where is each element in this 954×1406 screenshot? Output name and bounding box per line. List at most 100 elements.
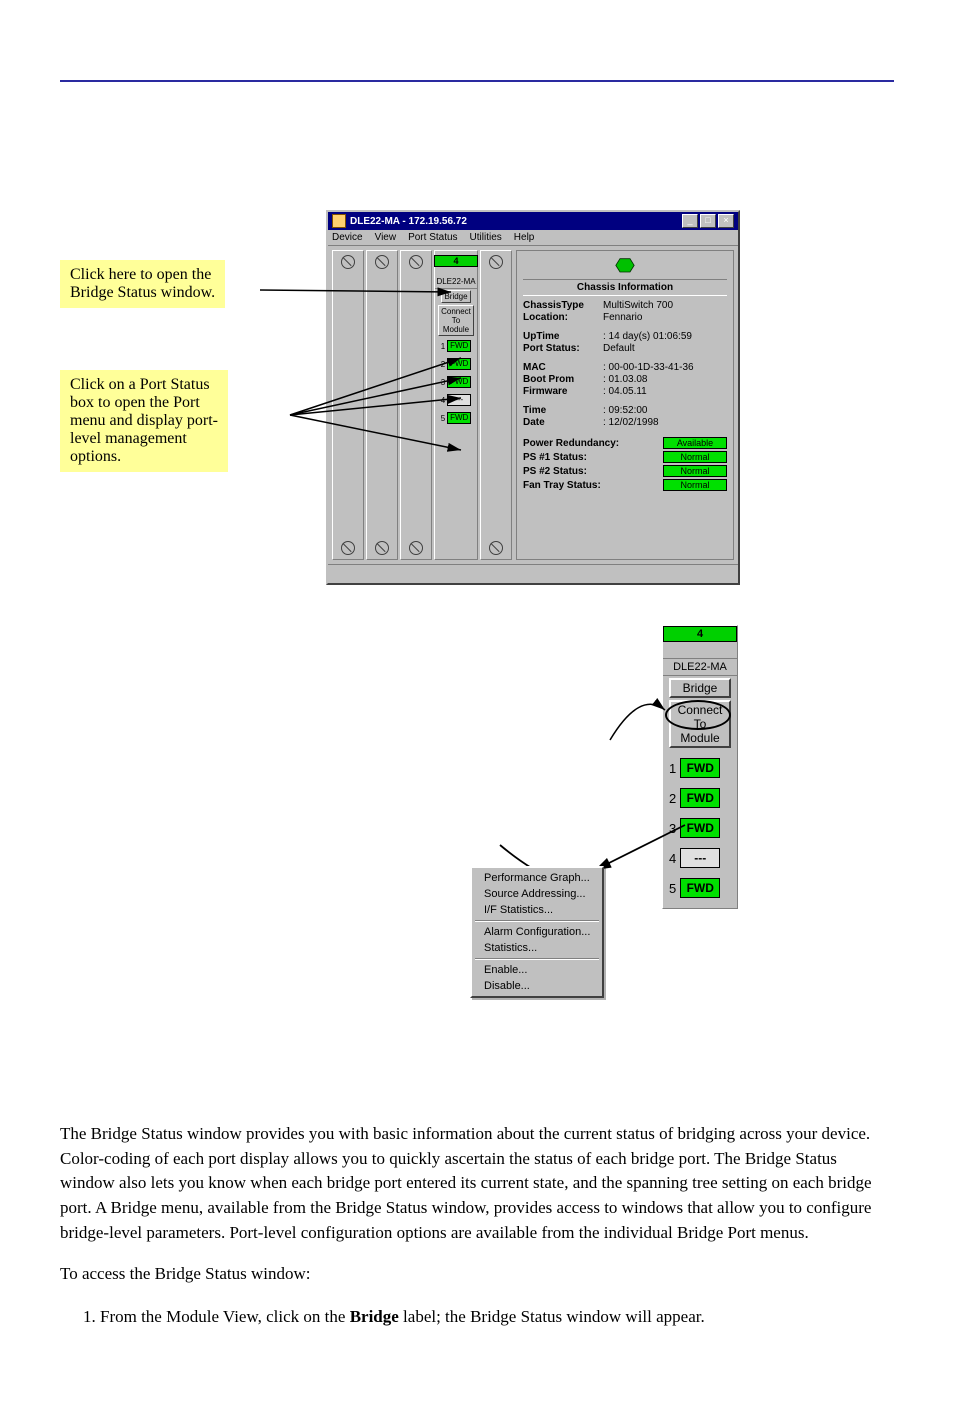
chassis-value: : 14 day(s) 01:06:59: [603, 331, 727, 342]
port-status-box[interactable]: FWD: [680, 878, 720, 898]
port-number: 1: [669, 761, 676, 776]
port-status-box[interactable]: ---: [447, 394, 471, 406]
empty-slot-icon: [341, 255, 355, 269]
port-context-menu: Performance Graph... Source Addressing..…: [470, 866, 604, 998]
port-status-box[interactable]: FWD: [680, 758, 720, 778]
port-number: 4: [441, 396, 445, 405]
port-number: 5: [669, 881, 676, 896]
port-row-1: 1 FWD: [441, 340, 471, 352]
menu-item-disable[interactable]: Disable...: [474, 978, 600, 994]
menu-item-statistics[interactable]: Statistics...: [474, 940, 600, 956]
chassis-label: Port Status:: [523, 343, 603, 354]
close-button[interactable]: ×: [718, 214, 734, 228]
statusbar: [328, 564, 738, 583]
slot-3[interactable]: [400, 250, 432, 560]
module-slot-number: 4: [663, 626, 737, 642]
slot-5[interactable]: [480, 250, 512, 560]
chassis-label: Time: [523, 405, 603, 416]
status-hex-icon: [615, 257, 635, 275]
chassis-value: Fennario: [603, 312, 727, 323]
empty-slot-icon: [375, 255, 389, 269]
menu-item-if-statistics[interactable]: I/F Statistics...: [474, 902, 600, 918]
chassis-info-panel: Chassis Information ChassisTypeMultiSwit…: [516, 250, 734, 560]
chassis-value: : 09:52:00: [603, 405, 727, 416]
port-number: 4: [669, 851, 676, 866]
port-row-5: 5 FWD: [441, 412, 471, 424]
status-label: PS #1 Status:: [523, 452, 587, 463]
bridge-button[interactable]: Bridge: [669, 678, 731, 698]
step-1: From the Module View, click on the Bridg…: [100, 1304, 894, 1330]
status-value: Normal: [663, 479, 727, 491]
empty-slot-icon: [489, 541, 503, 555]
port-status-box[interactable]: FWD: [680, 818, 720, 838]
chassis-label: ChassisType: [523, 300, 603, 311]
menu-view[interactable]: View: [373, 232, 399, 243]
app-icon: [332, 214, 346, 228]
menu-device[interactable]: Device: [330, 232, 365, 243]
empty-slot-icon: [409, 541, 423, 555]
port-status-box[interactable]: ---: [680, 848, 720, 868]
empty-slot-icon: [409, 255, 423, 269]
menu-help[interactable]: Help: [512, 232, 537, 243]
app-window: DLE22-MA - 172.19.56.72 _ □ × Device Vie…: [326, 210, 740, 585]
status-value: Available: [663, 437, 727, 449]
chassis-value: MultiSwitch 700: [603, 300, 727, 311]
top-rule: [60, 80, 894, 82]
chassis-value: : 01.03.08: [603, 374, 727, 385]
module-name: DLE22-MA: [663, 659, 737, 676]
menu-item-alarm-configuration[interactable]: Alarm Configuration...: [474, 924, 600, 940]
hint-bridge: Click here to open the Bridge Status win…: [60, 260, 225, 308]
menu-item-performance-graph[interactable]: Performance Graph...: [474, 870, 600, 886]
slot-1[interactable]: [332, 250, 364, 560]
chassis-label: Date: [523, 417, 603, 428]
menu-item-enable[interactable]: Enable...: [474, 962, 600, 978]
chassis-value: : 00-00-1D-33-41-36: [603, 362, 727, 373]
empty-slot-icon: [341, 541, 355, 555]
bridge-button[interactable]: Bridge: [441, 290, 470, 303]
chassis-value: : 12/02/1998: [603, 417, 727, 428]
menu-separator: [475, 920, 599, 922]
status-label: Power Redundancy:: [523, 438, 619, 449]
port-number: 3: [669, 821, 676, 836]
port-status-box[interactable]: FWD: [680, 788, 720, 808]
minimize-button[interactable]: _: [682, 214, 698, 228]
bridge-label-bold: Bridge: [350, 1307, 399, 1326]
connect-to-module-button[interactable]: Connect To Module: [438, 305, 474, 336]
port-row-3: 3 FWD: [441, 376, 471, 388]
titlebar[interactable]: DLE22-MA - 172.19.56.72 _ □ ×: [328, 212, 738, 230]
menu-port-status[interactable]: Port Status: [406, 232, 459, 243]
chassis-label: Firmware: [523, 386, 603, 397]
status-value: Normal: [663, 451, 727, 463]
chassis-value: : 04.05.11: [603, 386, 727, 397]
step-text: From the Module View, click on the Bridg…: [100, 1307, 705, 1326]
hint-port: Click on a Port Status box to open the P…: [60, 370, 228, 472]
slot-4-module[interactable]: 4 DLE22-MA Bridge Connect To Module 1 FW…: [434, 250, 478, 560]
port-status-box[interactable]: FWD: [447, 412, 471, 424]
port-status-box[interactable]: FWD: [447, 376, 471, 388]
chassis-label: MAC: [523, 362, 603, 373]
body-paragraph-2: To access the Bridge Status window:: [60, 1262, 894, 1287]
port-status-box[interactable]: FWD: [447, 358, 471, 370]
port-row-2: 2 FWD: [441, 358, 471, 370]
port-number: 2: [669, 791, 676, 806]
port-number: 2: [441, 360, 445, 369]
chassis-label: Location:: [523, 312, 603, 323]
menu-separator: [475, 958, 599, 960]
menu-utilities[interactable]: Utilities: [468, 232, 504, 243]
status-label: PS #2 Status:: [523, 466, 587, 477]
status-label: Fan Tray Status:: [523, 480, 601, 491]
port-number: 3: [441, 378, 445, 387]
menu-item-source-addressing[interactable]: Source Addressing...: [474, 886, 600, 902]
empty-slot-icon: [489, 255, 503, 269]
chassis-info-title: Chassis Information: [523, 279, 727, 296]
port-status-box[interactable]: FWD: [447, 340, 471, 352]
slot-2[interactable]: [366, 250, 398, 560]
port-number: 1: [441, 342, 445, 351]
maximize-button[interactable]: □: [700, 214, 716, 228]
module-detail-panel: 4 DLE22-MA Bridge Connect To Module 1 FWD…: [662, 625, 738, 909]
port-number: 5: [441, 414, 445, 423]
chassis-label: Boot Prom: [523, 374, 603, 385]
body-paragraph-1: The Bridge Status window provides you wi…: [60, 1122, 894, 1245]
module-slot-number: 4: [434, 255, 478, 267]
connect-to-module-button[interactable]: Connect To Module: [669, 700, 731, 748]
